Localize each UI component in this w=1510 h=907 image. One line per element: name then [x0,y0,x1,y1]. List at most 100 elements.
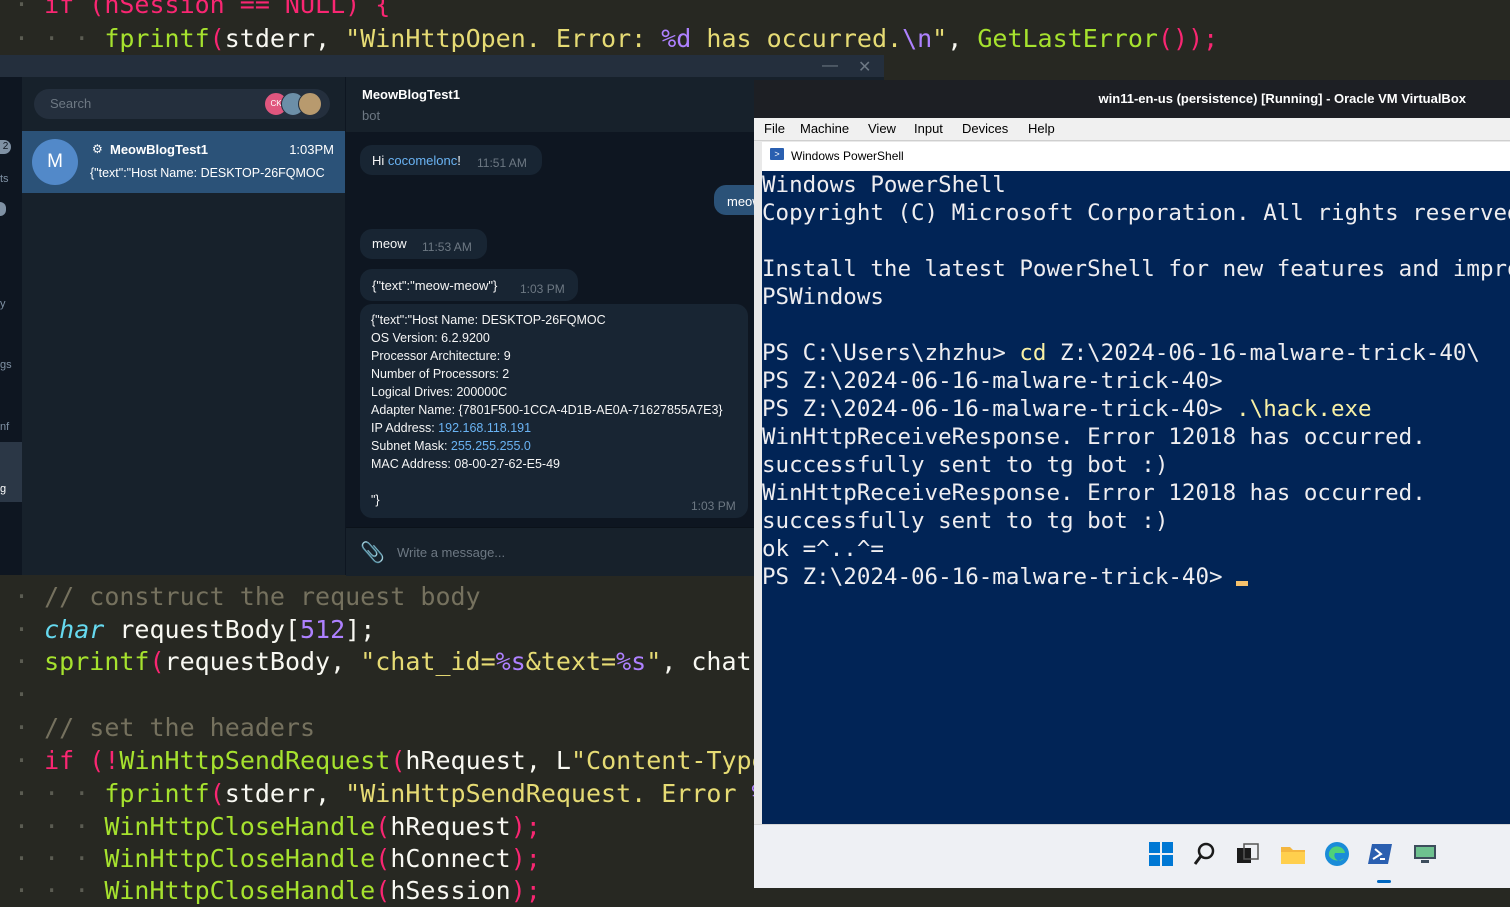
menu-machine[interactable]: Machine [800,121,849,136]
message-bubble: {"text":"meow-meow"} 1:03 PM [360,269,578,301]
sysinfo-line: {"text":"Host Name: DESKTOP-26FQMOC [371,313,606,327]
console-prompt-line: PS C:\Users\zhzhu> cd Z:\2024-06-16-malw… [762,340,1480,366]
bot-icon: ⚙ [92,142,103,156]
sysinfo-line: Logical Drives: 200000C [371,385,508,399]
powershell-console[interactable]: Windows PowerShell Copyright (C) Microso… [762,171,1510,824]
console-line: successfully sent to tg bot :) [762,508,1169,534]
avatar [298,92,322,116]
chat-time: 1:03PM [289,142,334,157]
folder-rail: 2 ts y gs nf g [0,77,22,575]
code-line-close-connect: · · · WinHttpCloseHandle(hConnect); [14,844,541,873]
console-prompt-line: PS Z:\2024-06-16-malware-trick-40> [762,368,1223,394]
rail-folder-label[interactable]: gs [0,359,12,371]
rail-dot[interactable] [0,202,6,216]
powershell-titlebar[interactable]: > Windows PowerShell [762,142,1510,171]
sysinfo-line: MAC Address: 08-00-27-62-E5-49 [371,457,560,471]
avatar: M [32,139,78,185]
powershell-window: > Windows PowerShell Windows PowerShell … [762,142,1510,824]
menu-help[interactable]: Help [1028,121,1055,136]
telegram-titlebar: — ✕ [0,55,884,77]
console-line: Install the latest PowerShell for new fe… [762,256,1510,282]
conversation-title: MeowBlogTest1 [362,87,460,102]
rail-folder-label[interactable]: g [0,483,6,495]
rail-folder-label[interactable]: nf [0,421,9,433]
powershell-icon[interactable] [1367,841,1393,867]
code-line-close-session: · · · WinHttpCloseHandle(hSession); [14,876,541,905]
virtualbox-titlebar[interactable]: win11-en-us (persistence) [Running] - Or… [754,80,1510,118]
code-line-char: · char requestBody[512]; [14,615,376,644]
close-icon[interactable]: ✕ [858,57,871,77]
code-line-if-send: · if (!WinHttpSendRequest(hRequest, L"Co… [14,746,782,775]
console-line: successfully sent to tg bot :) [762,452,1169,478]
menu-view[interactable]: View [868,121,896,136]
message-bubble: meow 11:53 AM [360,229,487,259]
chat-name: MeowBlogTest1 [110,142,208,157]
console-cursor [1236,581,1249,586]
console-line: PSWindows [762,284,884,310]
menu-devices[interactable]: Devices [962,121,1008,136]
console-line: WinHttpReceiveResponse. Error 12018 has … [762,480,1426,506]
console-line: Windows PowerShell [762,172,1006,198]
sysinfo-line: "} [371,493,380,507]
message-text: {"text":"meow-meow"} [372,278,498,293]
powershell-icon: > [770,148,784,160]
window-title: win11-en-us (persistence) [Running] - Or… [1098,91,1466,106]
code-comment-construct: · // construct the request body [14,582,481,611]
menu-input[interactable]: Input [914,121,943,136]
console-prompt-line: PS Z:\2024-06-16-malware-trick-40> .\hac… [762,396,1372,422]
message-time: 1:03 PM [691,499,736,513]
stories-avatars[interactable]: CK [264,92,326,116]
menu-bar: File Machine View Input Devices Help [754,118,1510,141]
console-prompt-line: PS Z:\2024-06-16-malware-trick-40> [762,563,1249,591]
message-time: 11:53 AM [422,240,472,254]
code-line-close-request: · · · WinHttpCloseHandle(hRequest); [14,812,541,841]
rail-unread-badge[interactable]: 2 [0,140,11,154]
message-time: 1:03 PM [520,282,565,296]
chat-list: Search CK M ⚙ MeowBlogTest1 1:03PM {"tex… [22,77,346,575]
guest-taskbar [754,824,1510,888]
windows-start-icon[interactable] [1148,841,1174,867]
minimize-icon[interactable]: — [822,57,838,75]
search-icon[interactable] [1192,841,1218,867]
file-explorer-icon[interactable] [1280,841,1306,867]
mention-link[interactable]: cocomelonc [388,153,457,168]
console-line: WinHttpReceiveResponse. Error 12018 has … [762,424,1426,450]
message-bubble: Hi cocomelonc! 11:51 AM [360,145,542,175]
virtualbox-window: win11-en-us (persistence) [Running] - Or… [754,80,1510,888]
powershell-title: Windows PowerShell [791,149,904,163]
conversation-subtitle: bot [362,108,381,123]
console-line: Copyright (C) Microsoft Corporation. All… [762,200,1510,226]
chat-list-item[interactable]: M ⚙ MeowBlogTest1 1:03PM {"text":"Host N… [22,131,345,193]
sysinfo-ip-line: IP Address: 192.168.118.191 [371,421,532,435]
attach-icon[interactable]: 📎 [360,540,385,565]
search-input[interactable]: Search CK [34,89,330,119]
sysinfo-line: Number of Processors: 2 [371,367,510,381]
task-view-icon[interactable] [1235,841,1261,867]
active-app-indicator [1377,880,1391,883]
sysinfo-line: Processor Architecture: 9 [371,349,511,363]
code-line-fprintf-open: · · · fprintf(stderr, "WinHttpOpen. Erro… [14,24,1219,53]
search-placeholder: Search [50,96,92,111]
code-blank-line: · [14,680,30,709]
mask-link[interactable]: 255.255.255.0 [451,439,531,453]
menu-file[interactable]: File [764,121,785,136]
chat-preview: {"text":"Host Name: DESKTOP-26FQMOC [90,166,325,180]
code-comment-headers: · // set the headers [14,713,316,742]
sysinfo-message-bubble: {"text":"Host Name: DESKTOP-26FQMOC OS V… [360,304,748,518]
sysinfo-line: OS Version: 6.2.9200 [371,331,490,345]
message-input[interactable]: Write a message... [397,545,505,560]
console-line: ok =^..^= [762,536,884,562]
message-time: 11:51 AM [477,156,527,170]
code-line-fprintf-send: · · · fprintf(stderr, "WinHttpSendReques… [14,779,812,808]
code-line-if-hsession: · if (hSession == NULL) { [14,0,391,19]
sysinfo-line: Adapter Name: {7801F500-1CCA-4D1B-AE0A-7… [371,403,723,417]
rail-folder-label[interactable]: y [0,298,6,310]
edge-icon[interactable] [1324,841,1350,867]
message-text: meow [372,236,407,251]
telegram-window: — ✕ 2 ts y gs nf g Search CK M ⚙ MeowBlo… [0,55,904,576]
virtualbox-guest-icon[interactable] [1412,841,1438,867]
sysinfo-mask-line: Subnet Mask: 255.255.255.0 [371,439,531,453]
ip-link[interactable]: 192.168.118.191 [438,421,531,435]
code-line-sprintf: · sprintf(requestBody, "chat_id=%s&text=… [14,647,782,676]
rail-folder-label[interactable]: ts [0,173,9,185]
